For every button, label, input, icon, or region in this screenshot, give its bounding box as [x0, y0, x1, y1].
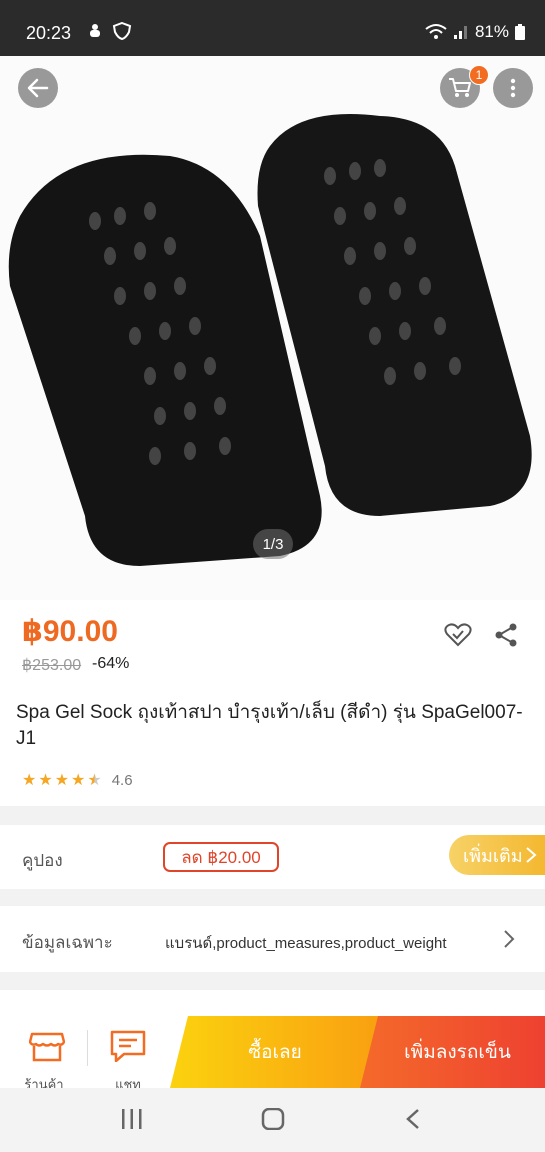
share-icon[interactable] — [493, 622, 519, 648]
more-options-button[interactable] — [493, 68, 533, 108]
rating-value: 4.6 — [111, 771, 133, 789]
spec-row[interactable]: ข้อมูลเฉพาะ แบรนด์,product_measures,prod… — [0, 906, 545, 972]
shop-label: ร้านค้า — [24, 1077, 64, 1088]
image-counter: 1/3 — [253, 529, 293, 559]
chat-button[interactable]: แชท — [90, 1016, 166, 1088]
back-button[interactable] — [18, 68, 58, 108]
status-right: 81% — [425, 22, 525, 42]
more-coupons-button[interactable]: เพิ่มเติม — [449, 835, 545, 875]
heart-icon[interactable] — [444, 622, 472, 648]
battery-percent: 81% — [474, 22, 509, 41]
product-rating[interactable]: ★ ★ ★ ★ ★ 4.6 — [22, 770, 133, 790]
chat-icon — [110, 1030, 146, 1062]
spec-value: แบรนด์,product_measures,product_weight — [165, 935, 447, 952]
product-price: ฿90.00 — [22, 615, 118, 648]
add-to-cart-button[interactable]: เพิ่มลงรถเข็น — [360, 1016, 545, 1088]
robot-notification-icon — [90, 24, 100, 37]
chevron-right-icon — [504, 930, 515, 948]
divider — [87, 1030, 88, 1066]
product-image-gallery[interactable]: 1 1/3 — [0, 56, 545, 600]
home-icon[interactable] — [261, 1108, 285, 1130]
coupon-label: คูปอง — [22, 851, 63, 870]
buy-now-button[interactable]: ซื้อเลย — [170, 1016, 380, 1088]
battery-icon — [515, 24, 525, 40]
cart-count-badge: 1 — [469, 65, 489, 85]
spec-label: ข้อมูลเฉพาะ — [22, 933, 113, 952]
notification-icons — [86, 22, 132, 40]
original-price: ฿253.00 — [22, 657, 82, 674]
coupon-row[interactable]: คูปอง ลด ฿20.00 เพิ่มเติม — [0, 825, 545, 889]
cart-icon — [449, 78, 471, 97]
product-title: Spa Gel Sock ถุงเท้าสปา บำรุงเท้า/เล็บ (… — [16, 702, 523, 749]
star-icon: ★ — [71, 772, 86, 789]
back-nav-icon[interactable] — [405, 1108, 421, 1130]
chat-label: แชท — [115, 1077, 141, 1088]
star-icon: ★ — [22, 772, 37, 789]
shop-button[interactable]: ร้านค้า — [0, 1016, 88, 1088]
half-star-icon: ★ — [87, 772, 102, 789]
signal-icon — [453, 26, 467, 39]
bottom-action-bar: ร้านค้า แชท ซื้อเลย เพิ่มลงรถเข็น — [0, 1016, 545, 1088]
product-image — [0, 56, 545, 600]
wifi-icon — [425, 24, 447, 39]
vertical-dots-icon — [510, 78, 516, 98]
system-nav-bar — [0, 1088, 545, 1152]
star-icon: ★ — [38, 772, 53, 789]
discount-percent: -64% — [92, 655, 130, 672]
shop-icon — [29, 1032, 65, 1062]
shield-icon — [112, 22, 132, 40]
chevron-right-icon — [525, 847, 537, 863]
status-bar: 20:23 81% — [0, 0, 545, 56]
product-info: ฿90.00 ฿253.00 -64% Spa Gel Sock ถุงเท้า… — [0, 600, 545, 806]
status-time: 20:23 — [26, 23, 72, 43]
star-icon: ★ — [54, 772, 70, 789]
coupon-tag[interactable]: ลด ฿20.00 — [163, 842, 279, 872]
more-coupons-label: เพิ่มเติม — [463, 845, 523, 866]
recent-apps-icon[interactable] — [120, 1108, 144, 1130]
arrow-left-icon — [27, 78, 49, 98]
